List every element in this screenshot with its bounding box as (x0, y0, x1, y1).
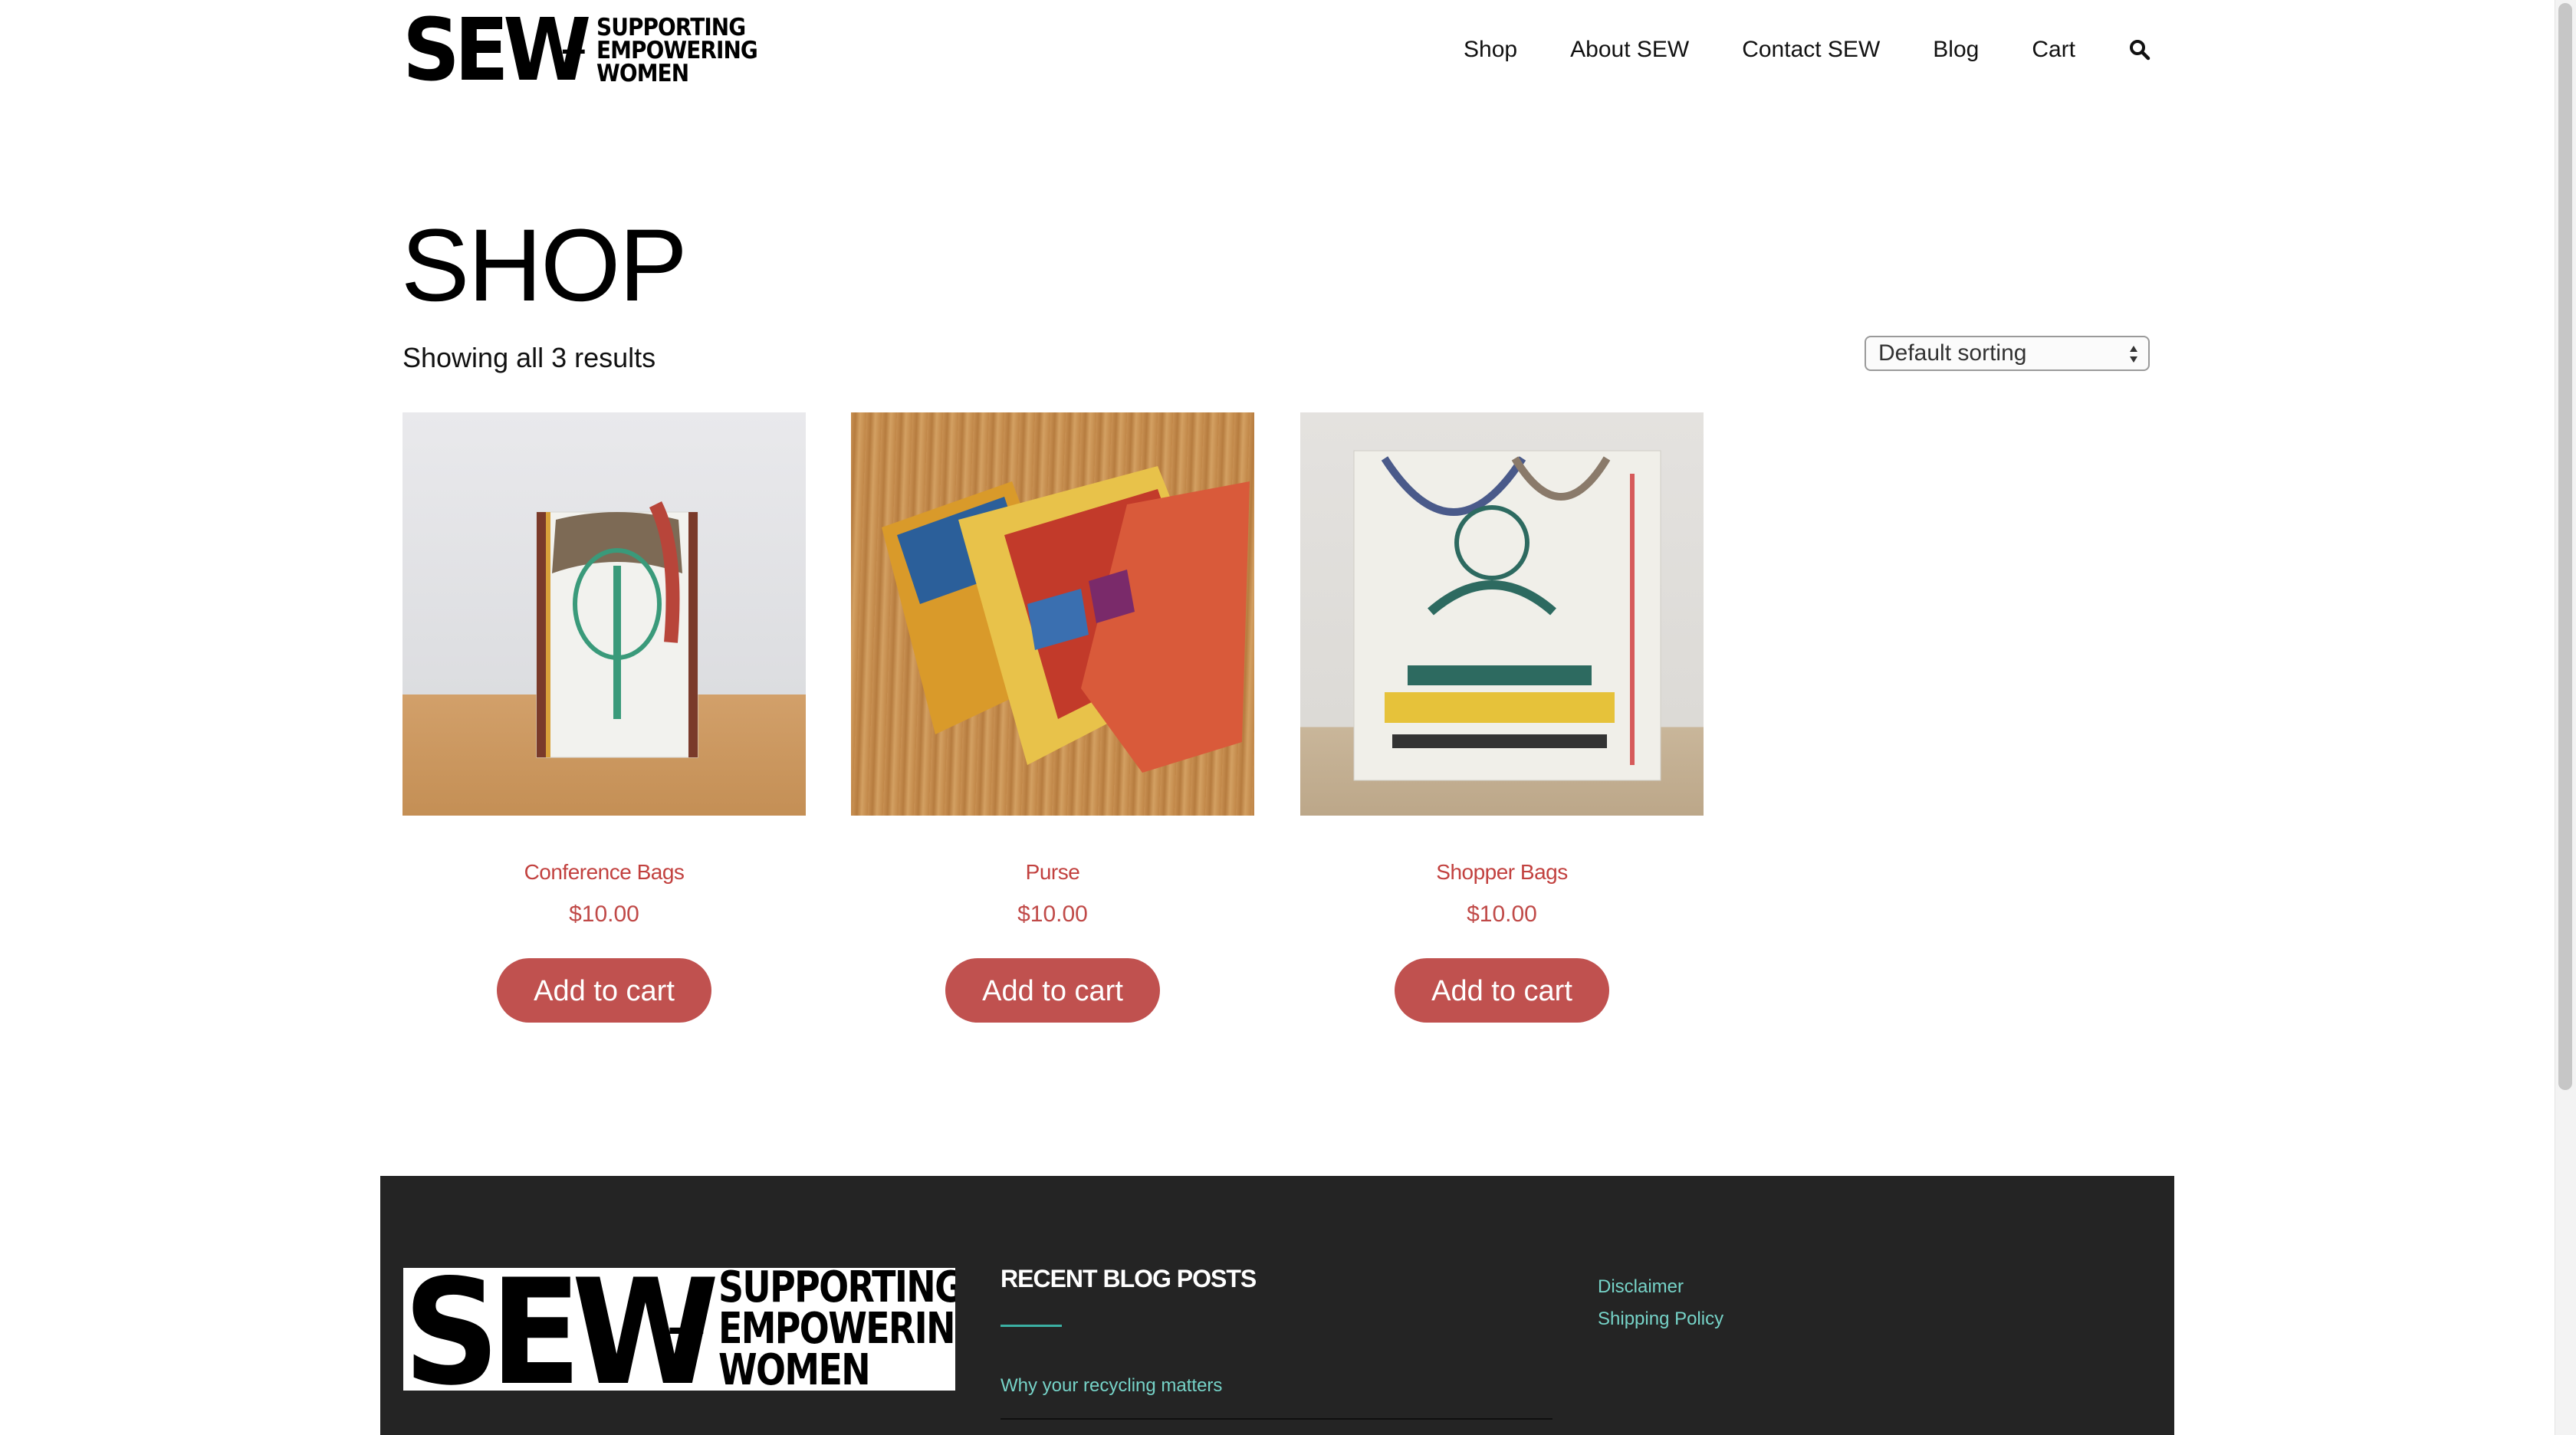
product-price: $10.00 (1017, 901, 1088, 927)
add-to-cart-button[interactable]: Add to cart (945, 958, 1160, 1023)
nav-contact[interactable]: Contact SEW (1742, 37, 1880, 63)
shipping-policy-link[interactable]: Shipping Policy (1598, 1303, 1723, 1335)
product-price: $10.00 (569, 901, 639, 927)
conference-bag-image[interactable] (402, 412, 806, 816)
footer-logo-line-3: WOMEN (718, 1345, 871, 1391)
disclaimer-link[interactable]: Disclaimer (1598, 1271, 1723, 1303)
footer-logo-line-1: SUPPORTING (718, 1268, 955, 1312)
add-to-cart-button[interactable]: Add to cart (497, 958, 711, 1023)
search-icon[interactable] (2129, 39, 2150, 61)
nav-cart[interactable]: Cart (2032, 37, 2075, 63)
shopper-bag-image[interactable] (1300, 412, 1704, 816)
footer-logo-line-2: EMPOWERING (718, 1304, 955, 1354)
product-price: $10.00 (1467, 901, 1537, 927)
site-footer: SEW + SUPPORTING EMPOWERING WOMEN RECENT… (380, 1176, 2174, 1435)
logo-line-2: EMPOWERING (596, 37, 758, 64)
nav-shop[interactable]: Shop (1464, 37, 1517, 63)
scrollbar-thumb[interactable] (2558, 3, 2572, 1090)
product-name[interactable]: Shopper Bags (1300, 860, 1704, 885)
recent-post-link[interactable]: Why your recycling matters (1001, 1375, 1222, 1397)
main-nav: Shop About SEW Contact SEW Blog Cart (1464, 31, 2150, 69)
product-name[interactable]: Conference Bags (402, 860, 806, 885)
logo-wordmark: SEW (402, 1, 591, 100)
post-divider (1001, 1418, 1552, 1420)
product-card: Shopper Bags $10.00 Add to cart (1300, 412, 1704, 1023)
heading-underline (1001, 1325, 1062, 1327)
sort-select[interactable]: Default sorting (1865, 336, 2150, 371)
nav-about[interactable]: About SEW (1570, 37, 1689, 63)
logo-line-1: SUPPORTING (596, 14, 746, 41)
purse-image[interactable] (851, 412, 1254, 816)
logo-tagline: SUPPORTING EMPOWERING WOMEN (596, 14, 775, 87)
sort-selected-value: Default sorting (1878, 340, 2027, 366)
recent-posts-heading: RECENT BLOG POSTS (1001, 1265, 1257, 1292)
product-card: Conference Bags $10.00 Add to cart (402, 412, 806, 1023)
select-arrows-icon (2130, 346, 2137, 363)
footer-logo[interactable]: SEW + SUPPORTING EMPOWERING WOMEN (403, 1268, 955, 1391)
logo-line-3: WOMEN (596, 60, 689, 87)
footer-links: Disclaimer Shipping Policy (1598, 1271, 1723, 1335)
site-logo[interactable]: SEW + SUPPORTING EMPOWERING WOMEN (402, 1, 775, 100)
result-count: Showing all 3 results (402, 342, 656, 373)
page-title: SHOP (401, 209, 688, 323)
footer-logo-wordmark: SEW (403, 1268, 719, 1391)
footer-logo-tagline: SUPPORTING EMPOWERING WOMEN (718, 1268, 955, 1391)
add-to-cart-button[interactable]: Add to cart (1395, 958, 1609, 1023)
product-name[interactable]: Purse (851, 860, 1254, 885)
product-card: Purse $10.00 Add to cart (851, 412, 1254, 1023)
nav-blog[interactable]: Blog (1933, 37, 1979, 63)
